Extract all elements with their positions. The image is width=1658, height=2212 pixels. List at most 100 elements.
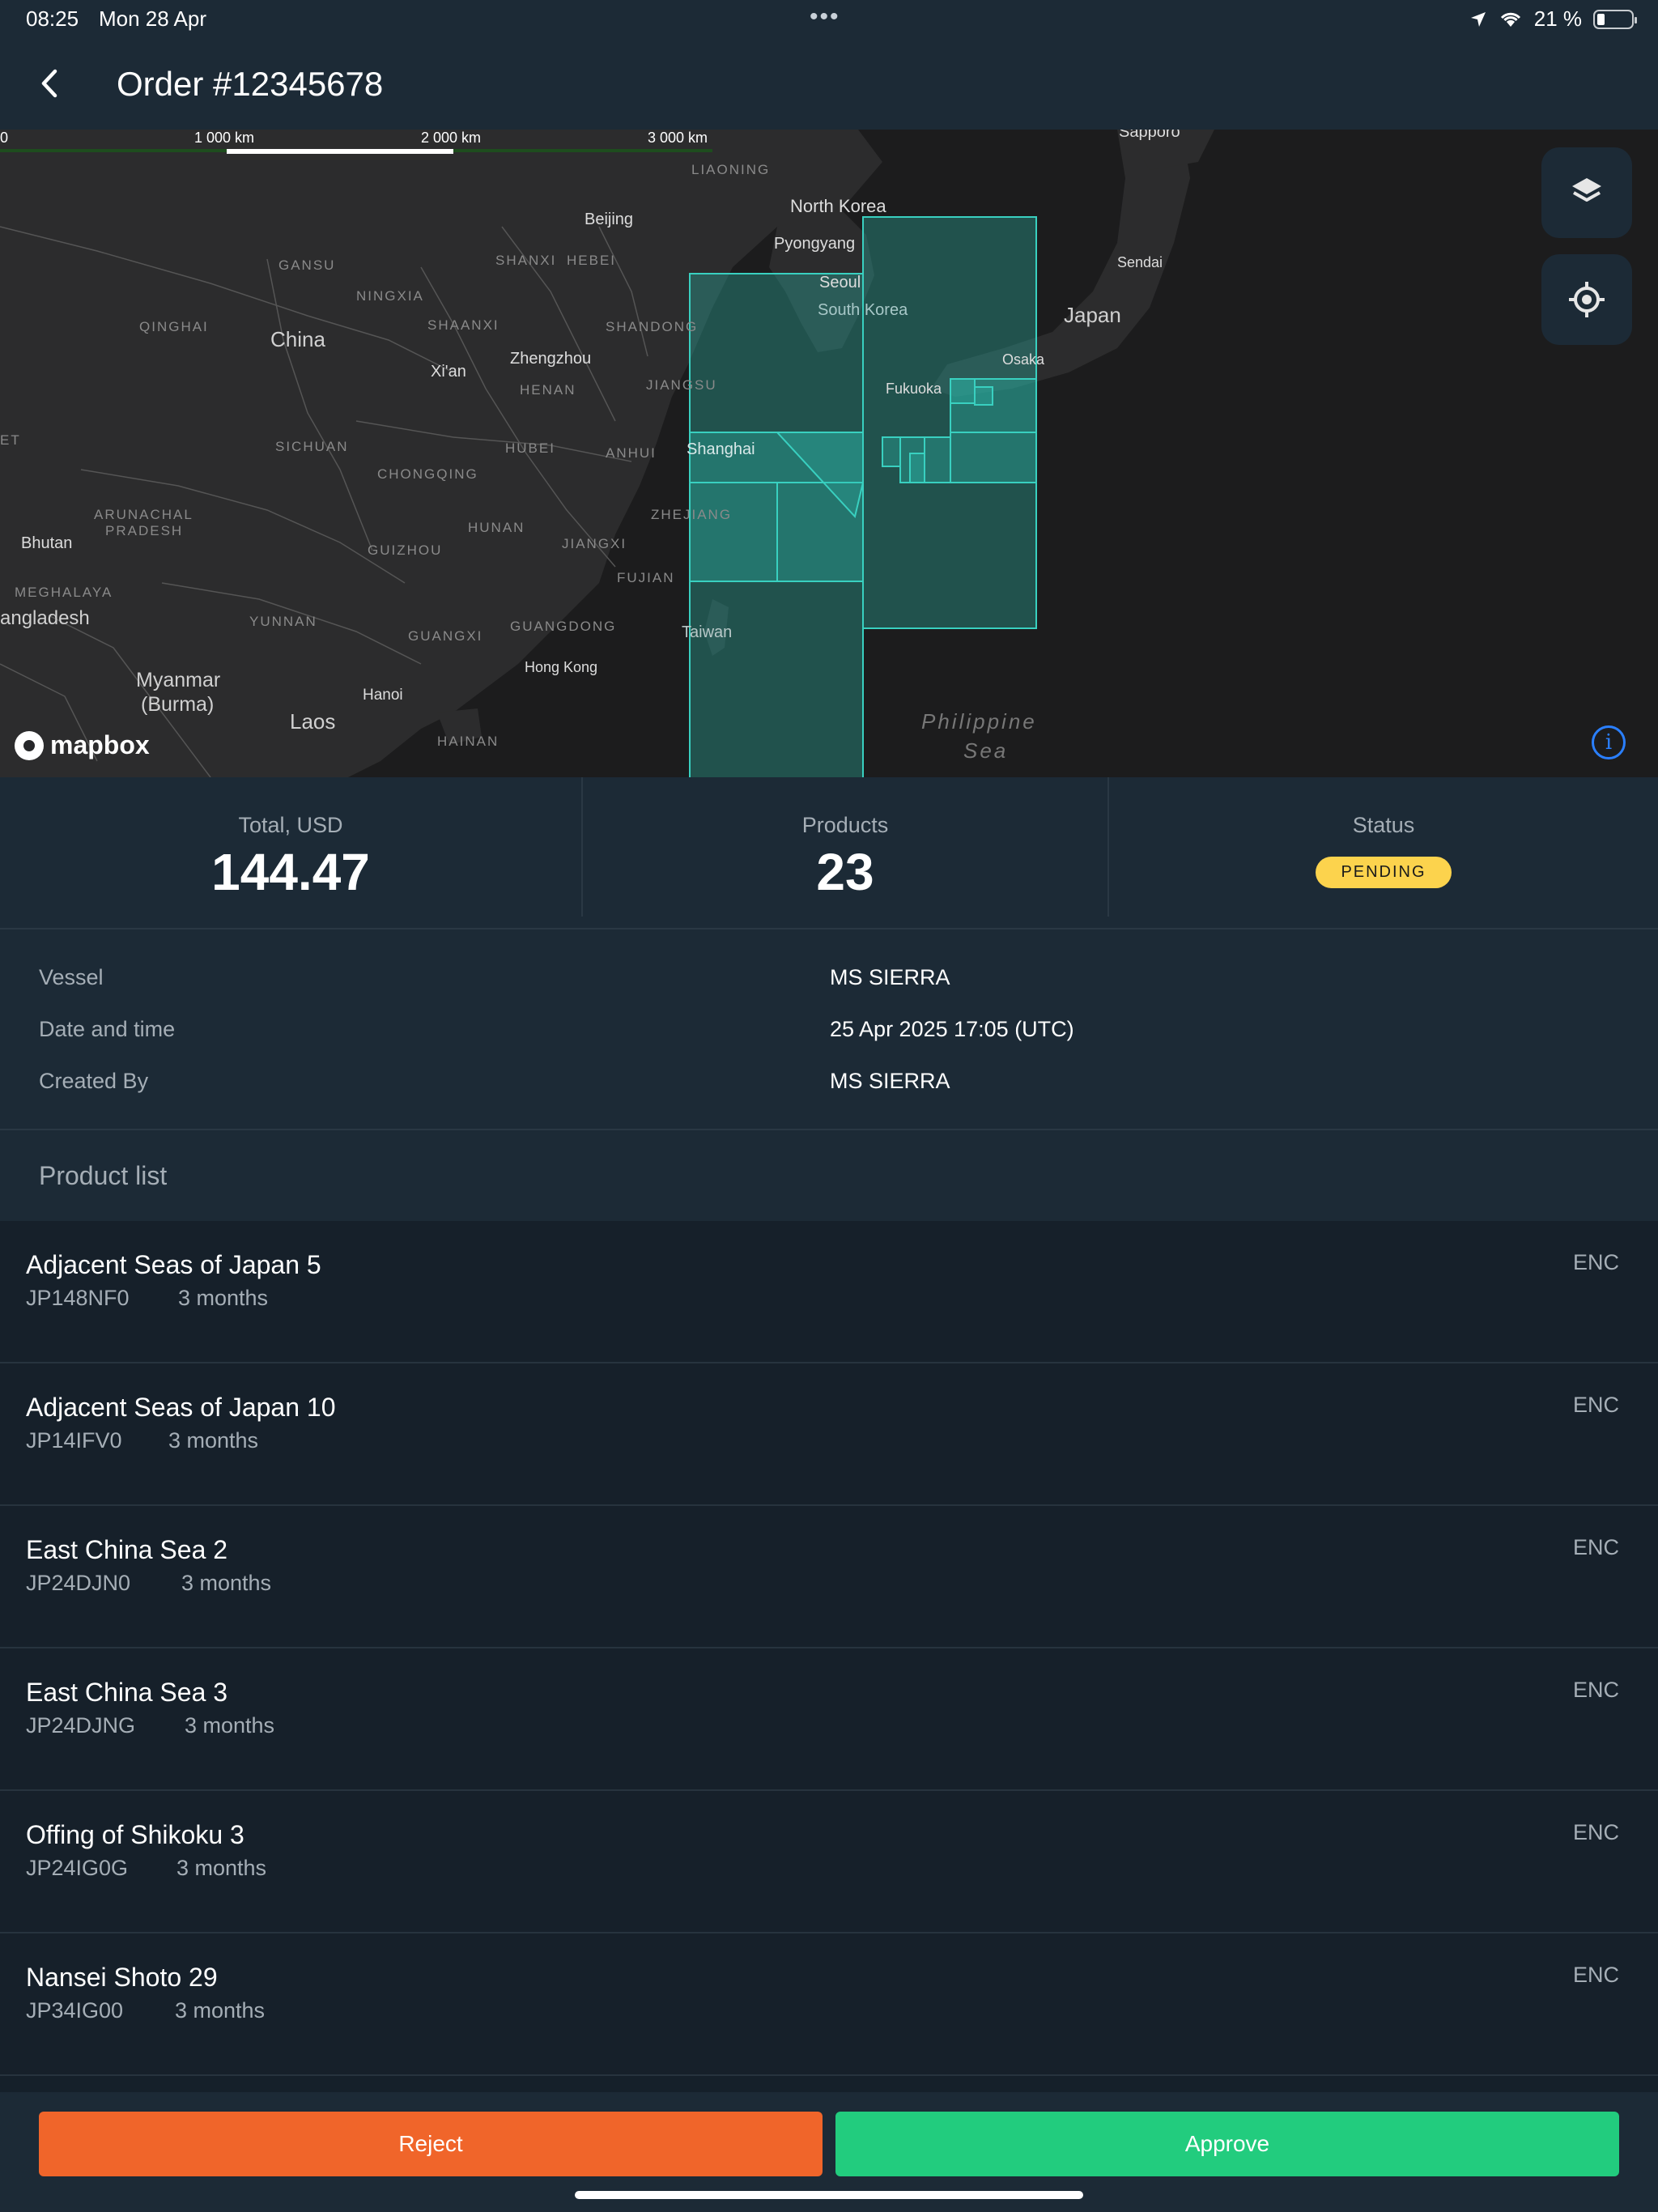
product-type: ENC xyxy=(1572,1535,1619,1559)
product-period: 3 months xyxy=(181,1571,272,1595)
back-chevron-icon[interactable] xyxy=(29,63,70,104)
products-section: Products 23 xyxy=(583,777,1107,929)
map-label: HUBEI xyxy=(505,440,555,456)
list-item[interactable]: Offing of Shikoku 3 JP24IG0G 3 months EN… xyxy=(0,1791,1658,1933)
datetime-label: Date and time xyxy=(39,1017,176,1041)
reject-button[interactable]: Reject xyxy=(39,2112,823,2176)
map-label: QINGHAI xyxy=(139,319,209,334)
product-name: East China Sea 3 xyxy=(26,1678,228,1707)
vessel-row: Vessel MS SIERRA xyxy=(0,965,1658,998)
product-name: Adjacent Seas of Japan 5 xyxy=(26,1250,321,1279)
map-label: JIANGXI xyxy=(562,536,627,551)
map-label: Xi'an xyxy=(431,363,466,381)
map-label: Philippine xyxy=(921,709,1037,734)
map-label: SHANDONG xyxy=(606,319,699,334)
list-item[interactable]: Nansei Shoto 29 JP34IG00 3 months ENC xyxy=(0,1933,1658,2076)
order-details: Vessel MS SIERRA Date and time 25 Apr 20… xyxy=(0,929,1658,1130)
product-period: 3 months xyxy=(168,1428,259,1453)
info-icon[interactable]: i xyxy=(1592,725,1626,759)
scale-label-0: 0 xyxy=(0,130,9,146)
map-label: ZHEJIANG xyxy=(651,507,733,522)
map-label: YUNNAN xyxy=(249,614,317,629)
map-layers-button[interactable] xyxy=(1541,147,1632,238)
product-period: 3 months xyxy=(175,1998,266,2023)
product-period: 3 months xyxy=(178,1286,269,1310)
map-label: SICHUAN xyxy=(275,439,349,454)
product-type: ENC xyxy=(1572,1393,1619,1417)
product-type: ENC xyxy=(1572,1820,1619,1844)
map-label: Japan xyxy=(1064,303,1121,327)
action-footer: Reject Approve xyxy=(0,2092,1658,2212)
map-label: MEGHALAYA xyxy=(15,585,113,600)
total-value: 144.47 xyxy=(211,843,370,901)
product-code: JP24DJN0 xyxy=(26,1571,131,1595)
locate-icon xyxy=(1569,282,1605,317)
map-label: HAINAN xyxy=(437,734,500,749)
status-section: Status PENDING xyxy=(1109,777,1658,929)
map-label: Seoul xyxy=(819,274,861,291)
map-label: Osaka xyxy=(1002,351,1045,368)
map-label: ET xyxy=(0,432,21,448)
wifi-icon xyxy=(1500,12,1520,27)
map-label: Zhengzhou xyxy=(510,350,592,368)
total-section: Total, USD 144.47 xyxy=(0,777,581,929)
map-label: CHONGQING xyxy=(377,466,478,482)
map-label: PRADESH xyxy=(105,523,184,538)
product-period: 3 months xyxy=(185,1713,275,1738)
map-label: NINGXIA xyxy=(356,288,424,304)
status-time: 08:25 xyxy=(26,6,79,31)
map-label: Hong Kong xyxy=(525,659,598,675)
map-label: ARUNACHAL xyxy=(94,507,193,522)
layers-icon xyxy=(1572,178,1601,202)
map-label: GUIZHOU xyxy=(368,542,443,558)
nav-header: Order #12345678 xyxy=(0,39,1658,130)
vessel-label: Vessel xyxy=(39,965,104,989)
battery-percent: 21 % xyxy=(1533,6,1582,31)
map-label: Taiwan xyxy=(682,623,733,641)
map-label: GUANGDONG xyxy=(510,619,617,634)
created-by-label: Created By xyxy=(39,1069,149,1093)
map-label: Shanghai xyxy=(687,440,755,458)
map-locate-button[interactable] xyxy=(1541,254,1632,345)
product-code: JP34IG00 xyxy=(26,1998,124,2023)
multitasking-dots-icon[interactable]: ••• xyxy=(810,3,840,31)
map-scale: 0 1 000 km 2 000 km 3 000 km xyxy=(0,130,712,157)
total-label: Total, USD xyxy=(238,813,343,837)
product-code: JP24DJNG xyxy=(26,1713,136,1738)
product-type: ENC xyxy=(1572,1963,1619,1987)
map-label: SHANXI xyxy=(495,253,557,268)
map-label: South Korea xyxy=(818,301,908,319)
page-title: Order #12345678 xyxy=(117,65,384,103)
map-label: North Korea xyxy=(790,196,886,216)
mapbox-attribution: mapbox xyxy=(50,730,150,759)
products-value: 23 xyxy=(816,843,874,901)
map-label: Pyongyang xyxy=(774,235,856,253)
map-label: Fukuoka xyxy=(886,381,942,397)
map-label: HUNAN xyxy=(468,520,525,535)
map-label: Sendai xyxy=(1117,254,1163,270)
map-label: (Burma) xyxy=(141,693,215,716)
list-item[interactable]: Adjacent Seas of Japan 10 JP14IFV0 3 mon… xyxy=(0,1363,1658,1506)
vessel-value: MS SIERRA xyxy=(830,965,950,989)
scale-label-1000: 1 000 km xyxy=(194,130,255,146)
created-by-row: Created By MS SIERRA xyxy=(0,1069,1658,1101)
status-label: Status xyxy=(1352,813,1415,837)
map-label: angladesh xyxy=(0,607,90,629)
list-item[interactable]: Adjacent Seas of Japan 5 JP148NF0 3 mont… xyxy=(0,1221,1658,1363)
list-item[interactable]: East China Sea 3 JP24DJNG 3 months ENC xyxy=(0,1648,1658,1791)
map-label: Hanoi xyxy=(363,687,403,704)
list-item[interactable]: East China Sea 2 JP24DJN0 3 months ENC xyxy=(0,1506,1658,1648)
product-type: ENC xyxy=(1572,1678,1619,1702)
map-label: LIAONING xyxy=(691,162,771,177)
scale-label-2000: 2 000 km xyxy=(421,130,482,146)
product-name: Offing of Shikoku 3 xyxy=(26,1820,244,1849)
product-code: JP148NF0 xyxy=(26,1286,130,1310)
home-indicator[interactable] xyxy=(575,2191,1083,2199)
map-label: Sea xyxy=(963,738,1009,763)
product-name: Nansei Shoto 29 xyxy=(26,1963,218,1992)
approve-button[interactable]: Approve xyxy=(835,2112,1619,2176)
product-list: Adjacent Seas of Japan 5 JP148NF0 3 mont… xyxy=(0,1221,1658,2076)
map-label: China xyxy=(270,327,325,351)
map-view[interactable]: 0 1 000 km 2 000 km 3 000 km Sapporo LIA… xyxy=(0,130,1658,777)
datetime-row: Date and time 25 Apr 2025 17:05 (UTC) xyxy=(0,1017,1658,1049)
